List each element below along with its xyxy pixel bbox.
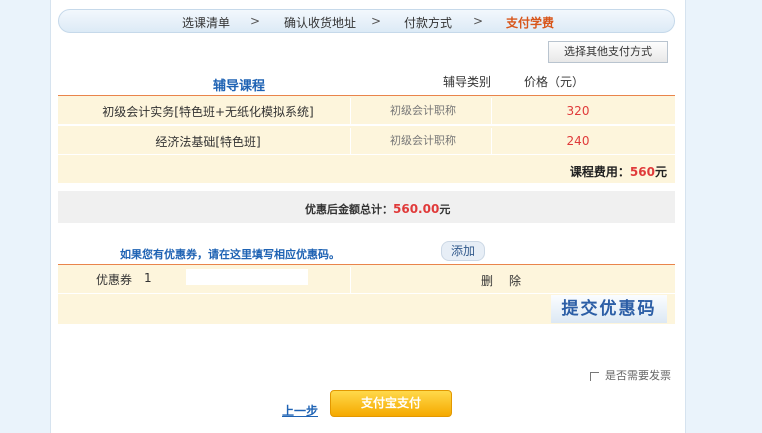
header-course: 辅导课程 xyxy=(213,79,266,94)
discount-total-label: 优惠后金额总计： xyxy=(305,203,393,216)
coupon-hint: 如果您有优惠券，请在这里填写相应优惠码。 xyxy=(120,248,340,261)
step-arrow: > xyxy=(250,14,261,28)
cell-divider xyxy=(350,128,351,154)
course-fee: 课程费用：560元 xyxy=(570,163,667,180)
coupon-label: 优惠券 xyxy=(96,273,133,287)
header-price: 价格（元） xyxy=(524,75,585,89)
discount-total-row: 优惠后金额总计：560.00元 xyxy=(58,191,675,223)
header-type: 辅导类别 xyxy=(443,75,492,89)
step-pay-tuition: 支付学费 xyxy=(506,16,555,30)
coupon-number: 1 xyxy=(144,271,152,285)
cell-divider xyxy=(491,98,492,124)
course-row: 经济法基础[特色班] 初级会计职称 240 xyxy=(58,126,675,154)
course-type: 初级会计职称 xyxy=(390,134,456,147)
invoice-checkbox[interactable] xyxy=(590,371,599,381)
course-name: 初级会计实务[特色班+无纸化模拟系统] xyxy=(102,105,314,119)
cell-divider xyxy=(350,98,351,124)
step-payment-method: 付款方式 xyxy=(404,16,453,30)
other-payment-button[interactable]: 选择其他支付方式 xyxy=(548,41,668,63)
step-arrow: > xyxy=(371,14,382,28)
invoice-option[interactable]: 是否需要发票 xyxy=(590,367,671,383)
step-arrow: > xyxy=(473,14,484,28)
coupon-row: 优惠券 1 删除 xyxy=(58,265,675,293)
course-price: 320 xyxy=(566,104,590,118)
discount-total-value: 560.00 xyxy=(393,202,440,216)
course-row: 初级会计实务[特色班+无纸化模拟系统] 初级会计职称 320 xyxy=(58,96,675,124)
alipay-pay-button[interactable]: 支付宝支付 xyxy=(330,390,452,417)
course-type: 初级会计职称 xyxy=(390,104,456,117)
course-fee-label: 课程费用： xyxy=(569,165,630,179)
course-price: 240 xyxy=(566,134,590,148)
previous-step-link[interactable]: 上一步 xyxy=(282,402,318,419)
course-fee-row: 课程费用：560元 xyxy=(58,155,675,183)
coupon-code-input[interactable] xyxy=(186,269,308,285)
step-course-list: 选课清单 xyxy=(182,16,231,30)
course-name: 经济法基础[特色班] xyxy=(155,135,261,149)
cell-divider xyxy=(350,267,351,293)
progress-steps: 选课清单 > 确认收货地址 > 付款方式 > 支付学费 xyxy=(58,9,675,33)
invoice-label: 是否需要发票 xyxy=(605,369,671,382)
add-coupon-button[interactable]: 添加 xyxy=(441,241,485,261)
course-fee-unit: 元 xyxy=(654,165,667,179)
step-confirm-address: 确认收货地址 xyxy=(284,16,357,30)
discount-total: 优惠后金额总计：560.00元 xyxy=(305,201,450,217)
course-fee-value: 560 xyxy=(629,165,655,179)
delete-coupon-link[interactable]: 删除 xyxy=(481,272,537,289)
cell-divider xyxy=(491,128,492,154)
discount-total-unit: 元 xyxy=(439,203,451,216)
page-container: 选课清单 > 确认收货地址 > 付款方式 > 支付学费 选择其他支付方式 辅导课… xyxy=(50,0,686,433)
submit-coupon-button[interactable]: 提交优惠码 xyxy=(551,295,667,323)
